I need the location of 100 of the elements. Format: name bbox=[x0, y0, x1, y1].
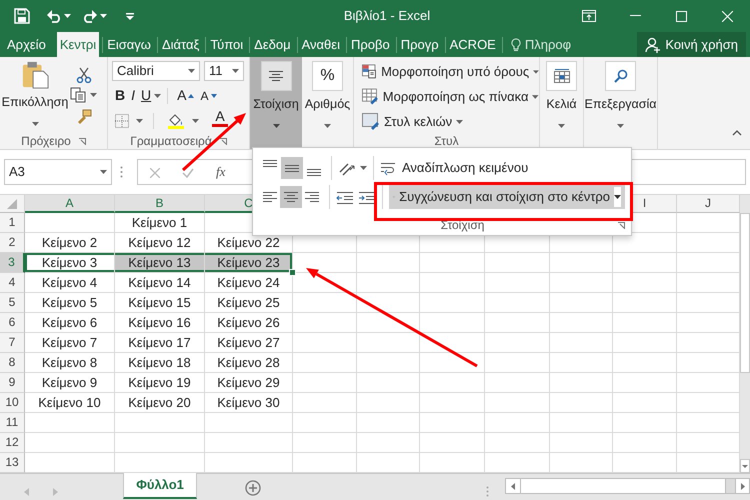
grip-icon bbox=[120, 166, 123, 178]
dialog-launcher-icon bbox=[220, 138, 227, 144]
add-sheet-button[interactable] bbox=[244, 478, 261, 496]
ribbon-tab[interactable]: Αναθει bbox=[298, 32, 343, 57]
number-button[interactable]: % Αριθμός bbox=[302, 57, 353, 150]
ribbon-tab[interactable]: Εισαγω bbox=[104, 32, 154, 57]
table-cell bbox=[485, 253, 550, 273]
row-header[interactable]: 13 bbox=[0, 453, 25, 473]
table-cell bbox=[613, 373, 677, 393]
table-cell bbox=[613, 413, 677, 433]
font-size-field[interactable]: 11 bbox=[204, 61, 244, 81]
table-cell bbox=[550, 433, 613, 453]
ribbon-tab[interactable]: Προγρ bbox=[398, 32, 442, 57]
table-cell: Κείμενο 24 bbox=[205, 273, 293, 293]
table-cell: Κείμενο 10 bbox=[25, 393, 115, 413]
sheet-tab[interactable]: Φύλλο1 bbox=[123, 473, 197, 499]
scroll-left-icon bbox=[24, 488, 29, 496]
scroll-down-button[interactable] bbox=[740, 459, 750, 473]
table-format-icon bbox=[362, 88, 379, 106]
table-cell bbox=[485, 373, 550, 393]
row-header[interactable]: 3 bbox=[0, 253, 25, 273]
row-header[interactable]: 4 bbox=[0, 273, 25, 293]
bold-button[interactable]: B bbox=[112, 85, 128, 106]
scroll-left-button[interactable] bbox=[506, 479, 520, 493]
ribbon-tab[interactable]: Τύποι bbox=[207, 32, 246, 57]
ribbon-tab[interactable]: Κεντρι bbox=[56, 32, 100, 57]
copy-button[interactable] bbox=[70, 87, 97, 103]
group-title: Πρόχειρο bbox=[21, 133, 71, 150]
tell-me-button[interactable]: Πληροφ bbox=[508, 32, 574, 57]
row-header[interactable]: 9 bbox=[0, 373, 25, 393]
align-left-icon bbox=[262, 192, 277, 202]
grow-font-button[interactable]: A bbox=[174, 85, 198, 106]
paste-button[interactable]: Επικόλληση bbox=[0, 57, 70, 132]
font-name-field[interactable]: Calibri bbox=[112, 61, 200, 81]
table-cell bbox=[357, 393, 420, 413]
row-header[interactable]: 2 bbox=[0, 233, 25, 253]
row-header[interactable]: 1 bbox=[0, 213, 25, 233]
underline-button[interactable]: U bbox=[138, 85, 154, 106]
name-box[interactable]: A3 bbox=[4, 159, 112, 185]
table-cell: Κείμενο 30 bbox=[205, 393, 293, 413]
row-header[interactable]: 11 bbox=[0, 413, 25, 433]
table-cell bbox=[485, 313, 550, 333]
scroll-right-icon bbox=[53, 488, 58, 496]
close-icon bbox=[150, 168, 160, 178]
fill-handle[interactable] bbox=[289, 269, 296, 276]
table-cell bbox=[613, 353, 677, 373]
column-header[interactable]: A bbox=[25, 195, 115, 213]
dialog-launcher-icon bbox=[618, 222, 625, 229]
ribbon-tab[interactable]: Αρχείο bbox=[4, 32, 49, 57]
table-cell bbox=[550, 393, 613, 413]
insert-function-button[interactable]: fx bbox=[216, 162, 226, 182]
maximize-icon bbox=[676, 10, 686, 22]
table-cell: Κείμενο 23 bbox=[205, 253, 293, 273]
table-cell bbox=[613, 433, 677, 453]
scroll-right-icon bbox=[740, 482, 744, 490]
undo-icon bbox=[46, 9, 62, 23]
caret-icon bbox=[136, 118, 143, 122]
shrink-font-button[interactable]: A bbox=[197, 85, 220, 106]
checkmark-icon bbox=[182, 168, 194, 178]
wrap-text-button[interactable]: Αναδίπλωση κειμένου bbox=[380, 158, 528, 178]
caret-icon bbox=[32, 122, 38, 126]
scroll-right-button[interactable] bbox=[735, 479, 749, 493]
window-title: Βιβλίο1 - Excel bbox=[344, 8, 430, 24]
share-button[interactable]: Κοινή χρήση bbox=[637, 32, 746, 57]
row-header[interactable]: 12 bbox=[0, 433, 25, 453]
paint-bucket-icon bbox=[167, 112, 185, 128]
font-color-button[interactable]: A bbox=[209, 110, 231, 131]
scrollbar-thumb[interactable] bbox=[520, 479, 726, 493]
ribbon-tab[interactable]: ACROE bbox=[446, 32, 499, 57]
merge-center-button[interactable]: Συγχώνευση και στοίχιση στο κέντρο bbox=[389, 185, 626, 209]
alignment-button[interactable]: Στοίχιση bbox=[250, 57, 302, 149]
horizontal-scrollbar[interactable] bbox=[504, 478, 750, 494]
table-cell bbox=[357, 353, 420, 373]
style-menu-button[interactable]: Στυλ κελιών bbox=[362, 111, 539, 132]
column-header[interactable]: B bbox=[115, 195, 205, 213]
row-header[interactable]: 10 bbox=[0, 393, 25, 413]
caret-icon bbox=[558, 124, 565, 128]
table-cell: Κείμενο 20 bbox=[115, 393, 205, 413]
scrollbar-thumb[interactable] bbox=[740, 213, 750, 373]
row-header[interactable]: 6 bbox=[0, 313, 25, 333]
table-cell: Κείμενο 3 bbox=[25, 253, 115, 273]
grip-icon bbox=[486, 486, 489, 498]
table-cell: Κείμενο 14 bbox=[115, 273, 205, 293]
row-header[interactable]: 8 bbox=[0, 353, 25, 373]
ribbon-tab[interactable]: Δεδομ bbox=[251, 32, 294, 57]
table-cell bbox=[420, 373, 485, 393]
table-cell bbox=[357, 273, 420, 293]
ribbon-tab[interactable]: Διάταξ bbox=[158, 32, 202, 57]
style-menu-button[interactable]: Μορφοποίηση υπό όρους bbox=[362, 61, 539, 82]
align-center-button[interactable] bbox=[280, 186, 302, 208]
italic-button[interactable]: I bbox=[128, 85, 138, 106]
row-header[interactable]: 5 bbox=[0, 293, 25, 313]
table-cell bbox=[550, 293, 613, 313]
ribbon-tab[interactable]: Προβο bbox=[348, 32, 393, 57]
style-menu-button[interactable]: Μορφοποίηση ως πίνακα bbox=[362, 86, 539, 107]
row-header[interactable]: 7 bbox=[0, 333, 25, 353]
align-middle-button[interactable] bbox=[281, 157, 303, 179]
editing-button[interactable]: Επεξεργασία bbox=[584, 57, 657, 150]
table-cell: Κείμενο 29 bbox=[205, 373, 293, 393]
column-header[interactable]: J bbox=[677, 195, 740, 213]
